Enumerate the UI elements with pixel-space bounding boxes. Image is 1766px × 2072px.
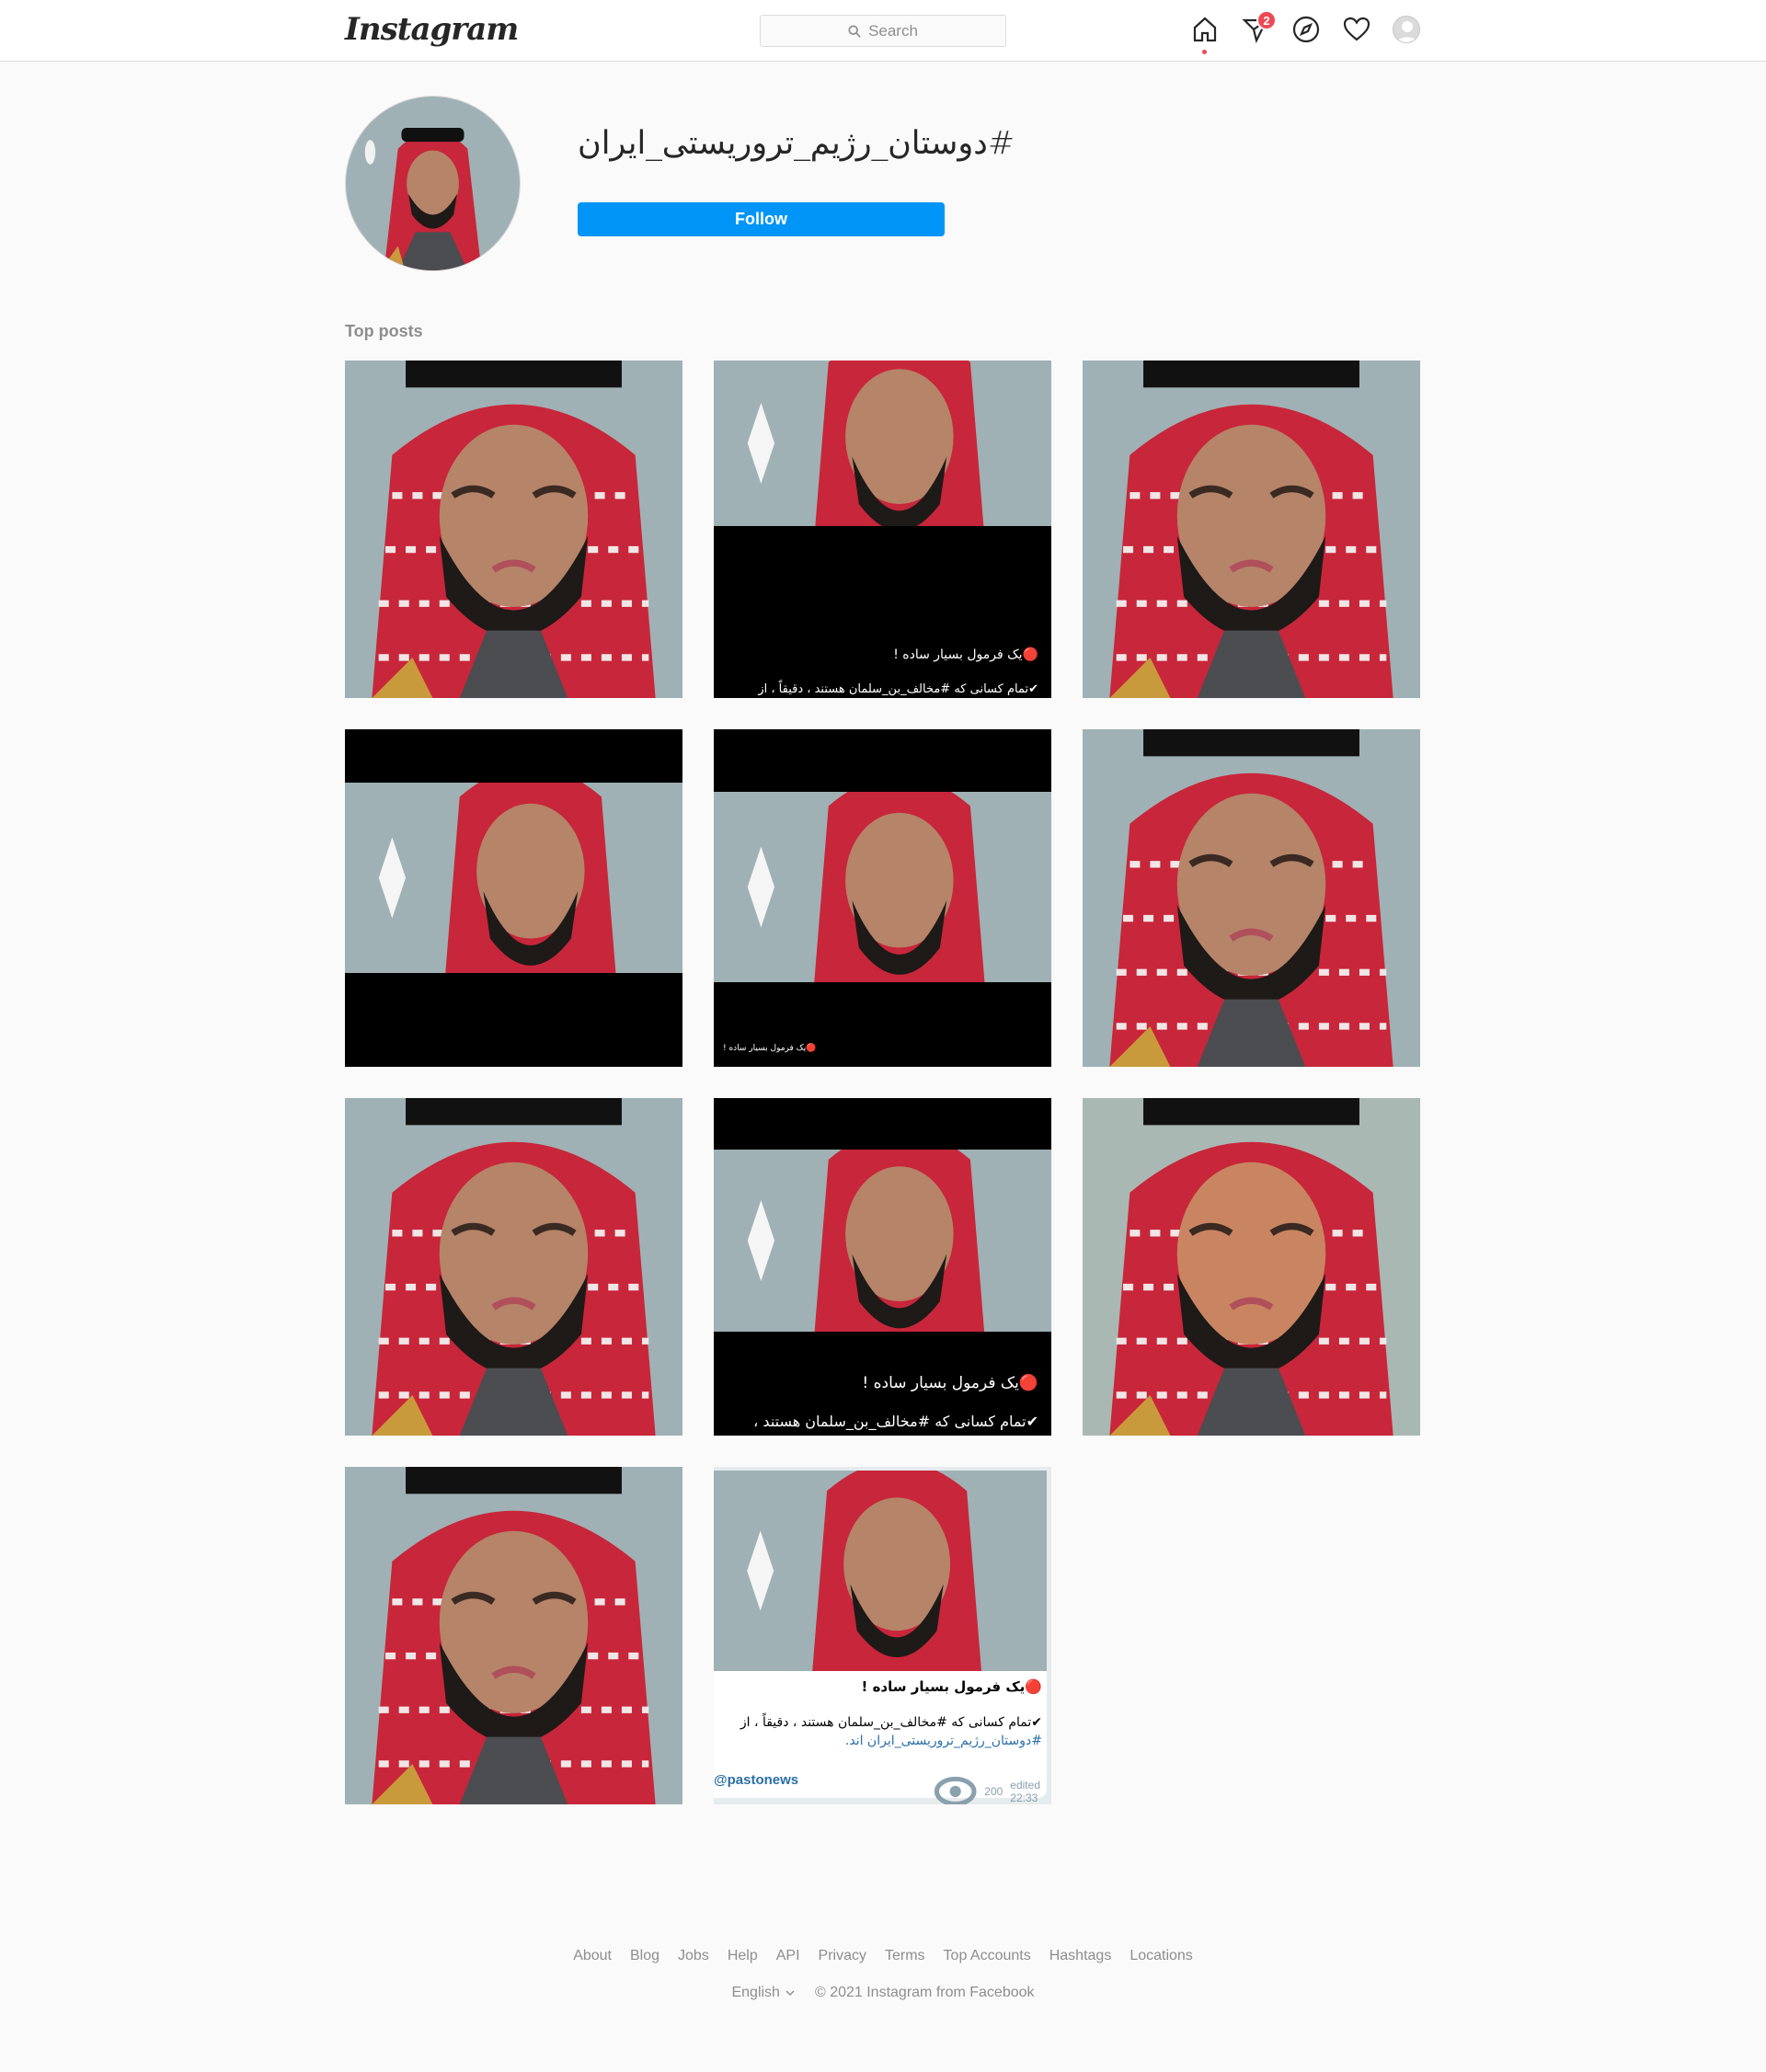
chevron-down-icon: [786, 1990, 795, 1997]
edited-time: edited 22:33: [1010, 1778, 1040, 1804]
post-image: 🔴یک فرمول بسیار ساده ! ✔تمام کسانی که #م…: [714, 1467, 1051, 1804]
top-posts-heading: Top posts: [345, 322, 423, 340]
home-nav-button[interactable]: [1190, 15, 1220, 54]
post-image: [1083, 1098, 1420, 1436]
post-thumbnail-9[interactable]: [1083, 1098, 1420, 1436]
search-icon: [848, 24, 861, 38]
heart-icon: [1343, 17, 1370, 41]
post-thumbnail-2[interactable]: 🔴یک فرمول بسیار ساده ! ✔تمام کسانی که #م…: [714, 361, 1051, 698]
search-input[interactable]: Search: [760, 15, 1006, 47]
hashtag-title: #دوستان_رژیم_تروریستی_ایران: [578, 125, 1015, 162]
footer-link-blog[interactable]: Blog: [630, 1948, 659, 1964]
post-image: 🔴یک فرمول بسیار ساده ! ✔تمام کسانی که #م…: [714, 361, 1051, 698]
footer-link-terms[interactable]: Terms: [885, 1948, 925, 1964]
post-image: [345, 1098, 682, 1436]
footer-bottom: English © 2021 Instagram from Facebook: [0, 1985, 1766, 2001]
post-image: 🔴یک فرمول بسیار ساده ! ✔تمام کسانی که #م…: [714, 1098, 1051, 1436]
footer-link-jobs[interactable]: Jobs: [678, 1948, 709, 1964]
post-thumbnail-10[interactable]: [345, 1467, 682, 1804]
language-label: English: [731, 1985, 780, 2000]
copyright-text: © 2021 Instagram from Facebook: [814, 1985, 1035, 2000]
footer-links: About Blog Jobs Help API Privacy Terms Top Acco…: [0, 1948, 1766, 1964]
post-caption-line-2: ✔تمام کسانی که #مخالف_بن_سلمان هستند ، د…: [740, 1715, 1042, 1730]
post-caption-line-1: 🔴یک فرمول بسیار ساده !: [723, 1044, 817, 1053]
footer-link-top-accounts[interactable]: Top Accounts: [944, 1948, 1031, 1964]
post-thumbnail-7[interactable]: [345, 1098, 682, 1436]
post-caption-line-1: 🔴یک فرمول بسیار ساده !: [893, 647, 1038, 662]
message-count-badge: 2: [1256, 10, 1277, 30]
search-placeholder: Search: [868, 21, 918, 40]
compass-icon: [1292, 16, 1320, 43]
telegram-channel: @pastonews: [714, 1772, 799, 1788]
footer-link-hashtags[interactable]: Hashtags: [1049, 1948, 1112, 1964]
post-thumbnail-5[interactable]: 🔴یک فرمول بسیار ساده !: [714, 729, 1051, 1067]
active-indicator: [1202, 50, 1207, 54]
portrait-image: [346, 97, 520, 270]
footer-link-api[interactable]: API: [776, 1948, 800, 1964]
language-selector[interactable]: English: [731, 1985, 795, 2001]
hashtag-profile-image: [345, 96, 521, 271]
post-caption-line-2: ✔تمام کسانی که #مخالف_بن_سلمان هستند ، د…: [758, 682, 1038, 696]
post-image: [1083, 729, 1420, 1067]
post-thumbnail-3[interactable]: [1083, 361, 1420, 698]
post-thumbnail-8[interactable]: 🔴یک فرمول بسیار ساده ! ✔تمام کسانی که #م…: [714, 1098, 1051, 1436]
instagram-logo[interactable]: Instagram: [345, 11, 519, 48]
post-caption-line-1: 🔴یک فرمول بسیار ساده !: [861, 1678, 1042, 1695]
post-caption-line-1: 🔴یک فرمول بسیار ساده !: [862, 1374, 1038, 1392]
post-caption-line-3: #دوستان_رژیم_تروریستی_ایران اند.: [844, 1734, 1042, 1748]
post-image: 🔴یک فرمول بسیار ساده !: [714, 729, 1051, 1067]
post-image: [345, 1467, 682, 1804]
post-caption-line-2: ✔تمام کسانی که #مخالف_بن_سلمان هستند ،: [753, 1413, 1038, 1430]
post-thumbnail-1[interactable]: [345, 361, 682, 698]
post-image: [345, 729, 682, 1067]
footer-link-about[interactable]: About: [573, 1948, 612, 1964]
post-thumbnail-11[interactable]: 🔴یک فرمول بسیار ساده ! ✔تمام کسانی که #م…: [714, 1467, 1051, 1804]
eye-icon: [934, 1776, 977, 1804]
default-avatar-icon: [1396, 21, 1418, 42]
post-meta: 200 edited 22:33: [934, 1776, 1040, 1804]
post-image: [345, 361, 682, 698]
footer-link-locations[interactable]: Locations: [1130, 1948, 1193, 1964]
follow-button[interactable]: Follow: [578, 202, 945, 236]
home-icon: [1193, 17, 1217, 42]
post-thumbnail-4[interactable]: [345, 729, 682, 1067]
top-navigation-bar: Instagram Search 2: [0, 0, 1766, 62]
explore-button[interactable]: [1291, 15, 1321, 48]
view-count: 200: [984, 1784, 1003, 1798]
footer-link-help[interactable]: Help: [728, 1948, 758, 1964]
profile-avatar-button[interactable]: [1393, 16, 1420, 43]
direct-messages-button[interactable]: 2: [1241, 10, 1277, 48]
activity-button[interactable]: [1342, 15, 1371, 48]
footer-link-privacy[interactable]: Privacy: [819, 1948, 866, 1964]
post-image: [1083, 361, 1420, 698]
post-thumbnail-6[interactable]: [1083, 729, 1420, 1067]
